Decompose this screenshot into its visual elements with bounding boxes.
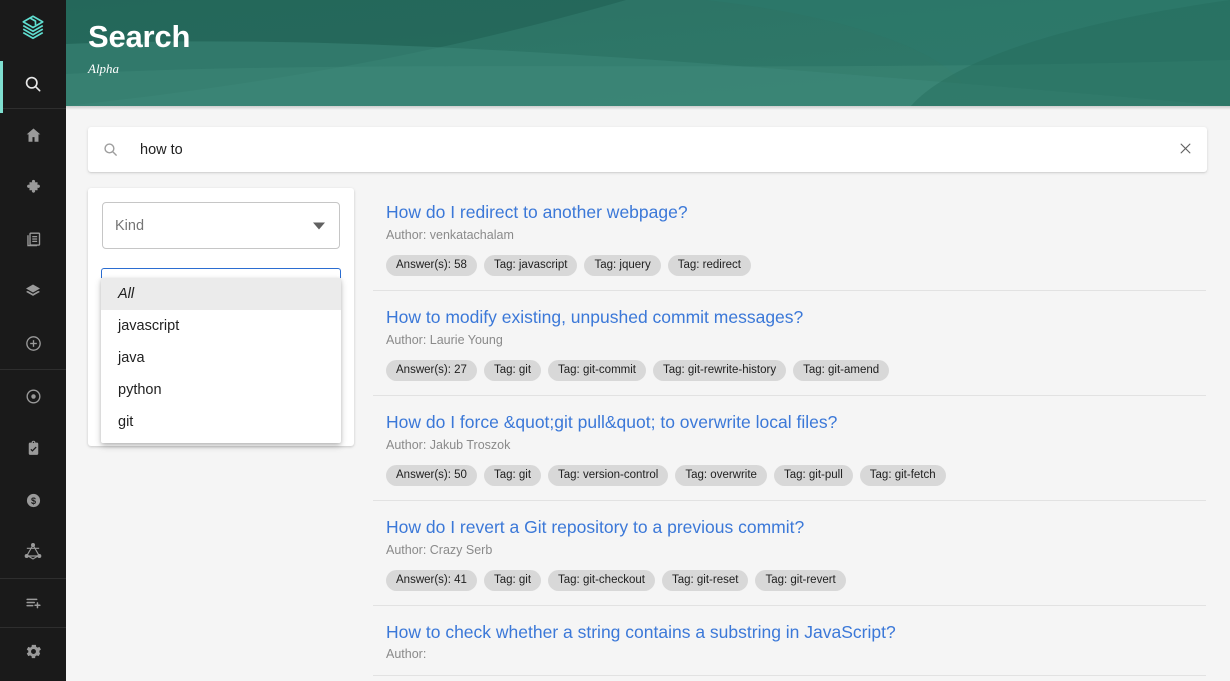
tag-chip[interactable]: Tag: git-revert	[755, 570, 845, 591]
layers-icon	[23, 281, 43, 301]
header-wave-decoration	[66, 0, 1230, 106]
chevron-down-icon	[313, 222, 325, 229]
tag-chip[interactable]: Tag: git	[484, 570, 541, 591]
kind-dropdown-option[interactable]: All	[101, 278, 341, 310]
tag-chip[interactable]: Tag: redirect	[668, 255, 751, 276]
result-title[interactable]: How do I redirect to another webpage?	[386, 202, 1206, 224]
tag-chip[interactable]: Tag: overwrite	[675, 465, 767, 486]
sidebar-item-target[interactable]	[0, 370, 66, 422]
kind-dropdown-option[interactable]: git	[101, 406, 341, 438]
result-author: Author: Jakub Troszok	[386, 438, 1206, 452]
search-result-item: How do I revert a Git repository to a pr…	[373, 501, 1206, 606]
kind-dropdown-search-input[interactable]	[101, 268, 341, 278]
sidebar-item-playlist-add[interactable]	[0, 579, 66, 627]
answer-count-chip[interactable]: Answer(s): 50	[386, 465, 477, 486]
svg-text:$: $	[30, 496, 35, 506]
app-root: $	[0, 0, 1230, 681]
sidebar-item-add[interactable]	[0, 317, 66, 369]
clear-search-button[interactable]	[1163, 128, 1207, 172]
answer-count-chip[interactable]: Answer(s): 58	[386, 255, 477, 276]
tag-chip[interactable]: Tag: git-amend	[793, 360, 889, 381]
sidebar-item-search[interactable]	[0, 61, 66, 109]
result-title[interactable]: How do I revert a Git repository to a pr…	[386, 517, 1206, 539]
kind-dropdown-option[interactable]: java	[101, 342, 341, 374]
result-chip-list: Answer(s): 27 Tag: git Tag: git-commit Tag:…	[386, 360, 1206, 381]
page-header: Search Alpha	[66, 0, 1230, 106]
kind-select[interactable]: Kind	[102, 202, 340, 249]
search-result-item: How do I redirect to another webpage? Aut…	[373, 188, 1206, 291]
header-shadow	[66, 106, 1230, 110]
search-result-item: How to check whether a string contains a…	[373, 606, 1206, 677]
sidebar-item-plugins[interactable]	[0, 161, 66, 213]
tag-chip[interactable]: Tag: javascript	[484, 255, 578, 276]
result-title[interactable]: How to check whether a string contains a…	[386, 622, 1206, 644]
tag-chip[interactable]: Tag: git-checkout	[548, 570, 655, 591]
kind-dropdown-option[interactable]: python	[101, 374, 341, 406]
tag-chip[interactable]: Tag: git-pull	[774, 465, 853, 486]
kind-dropdown-list: Alljavascriptjavapythongit	[101, 278, 341, 443]
search-icon	[23, 74, 43, 94]
plus-circle-icon	[24, 334, 43, 353]
tag-chip[interactable]: Tag: version-control	[548, 465, 668, 486]
search-input[interactable]	[140, 142, 1163, 158]
search-result-item: How do I force &quot;git pull&quot; to o…	[373, 396, 1206, 501]
sidebar-item-documents[interactable]	[0, 213, 66, 265]
sidebar-item-billing[interactable]: $	[0, 474, 66, 526]
header-text-block: Search Alpha	[88, 20, 190, 77]
playlist-add-icon	[24, 593, 43, 612]
sidebar-item-settings[interactable]	[0, 628, 66, 676]
answer-count-chip[interactable]: Answer(s): 41	[386, 570, 477, 591]
documents-icon	[24, 230, 43, 249]
tag-chip[interactable]: Tag: git	[484, 465, 541, 486]
tag-chip[interactable]: Tag: git	[484, 360, 541, 381]
sidebar-group-primary	[0, 109, 66, 369]
search-bar[interactable]	[88, 127, 1207, 172]
page-subtitle: Alpha	[88, 61, 190, 77]
tag-chip[interactable]: Tag: git-fetch	[860, 465, 946, 486]
kind-dropdown-option[interactable]: javascript	[101, 310, 341, 342]
result-author: Author:	[386, 647, 1206, 661]
tag-chip[interactable]: Tag: git-reset	[662, 570, 748, 591]
search-icon	[102, 141, 119, 158]
sidebar: $	[0, 0, 66, 681]
sidebar-item-layers[interactable]	[0, 265, 66, 317]
sidebar-item-home[interactable]	[0, 109, 66, 161]
answer-count-chip[interactable]: Answer(s): 27	[386, 360, 477, 381]
tag-chip[interactable]: Tag: git-commit	[548, 360, 646, 381]
home-icon	[24, 126, 43, 145]
tag-chip[interactable]: Tag: git-rewrite-history	[653, 360, 786, 381]
result-title[interactable]: How do I force &quot;git pull&quot; to o…	[386, 412, 1206, 434]
graphql-icon	[23, 542, 43, 562]
close-icon	[1178, 141, 1193, 159]
kind-select-label: Kind	[115, 218, 144, 234]
result-author: Author: Crazy Serb	[386, 543, 1206, 557]
target-icon	[24, 387, 43, 406]
app-logo[interactable]	[0, 0, 66, 61]
stacked-layers-logo-icon	[18, 13, 48, 48]
result-author: Author: Laurie Young	[386, 333, 1206, 347]
result-title[interactable]: How to modify existing, unpushed commit …	[386, 307, 1206, 329]
sidebar-item-graphql[interactable]	[0, 526, 66, 578]
tag-chip[interactable]: Tag: jquery	[584, 255, 660, 276]
gear-icon	[24, 642, 43, 661]
clipboard-check-icon	[24, 439, 43, 458]
result-chip-list: Answer(s): 50 Tag: git Tag: version-contro…	[386, 465, 1206, 486]
search-results-list: How do I redirect to another webpage? Aut…	[373, 188, 1206, 681]
page-title: Search	[88, 20, 190, 54]
result-author: Author: venkatachalam	[386, 228, 1206, 242]
result-chip-list: Answer(s): 58 Tag: javascript Tag: jquery T…	[386, 255, 1206, 276]
search-result-item: How to modify existing, unpushed commit …	[373, 291, 1206, 396]
sidebar-item-tasks[interactable]	[0, 422, 66, 474]
sidebar-group-secondary: $	[0, 370, 66, 578]
puzzle-piece-icon	[24, 178, 43, 197]
result-chip-list: Answer(s): 41 Tag: git Tag: git-checkout Ta…	[386, 570, 1206, 591]
dollar-circle-icon: $	[24, 491, 43, 510]
kind-dropdown: Alljavascriptjavapythongit	[101, 268, 341, 443]
